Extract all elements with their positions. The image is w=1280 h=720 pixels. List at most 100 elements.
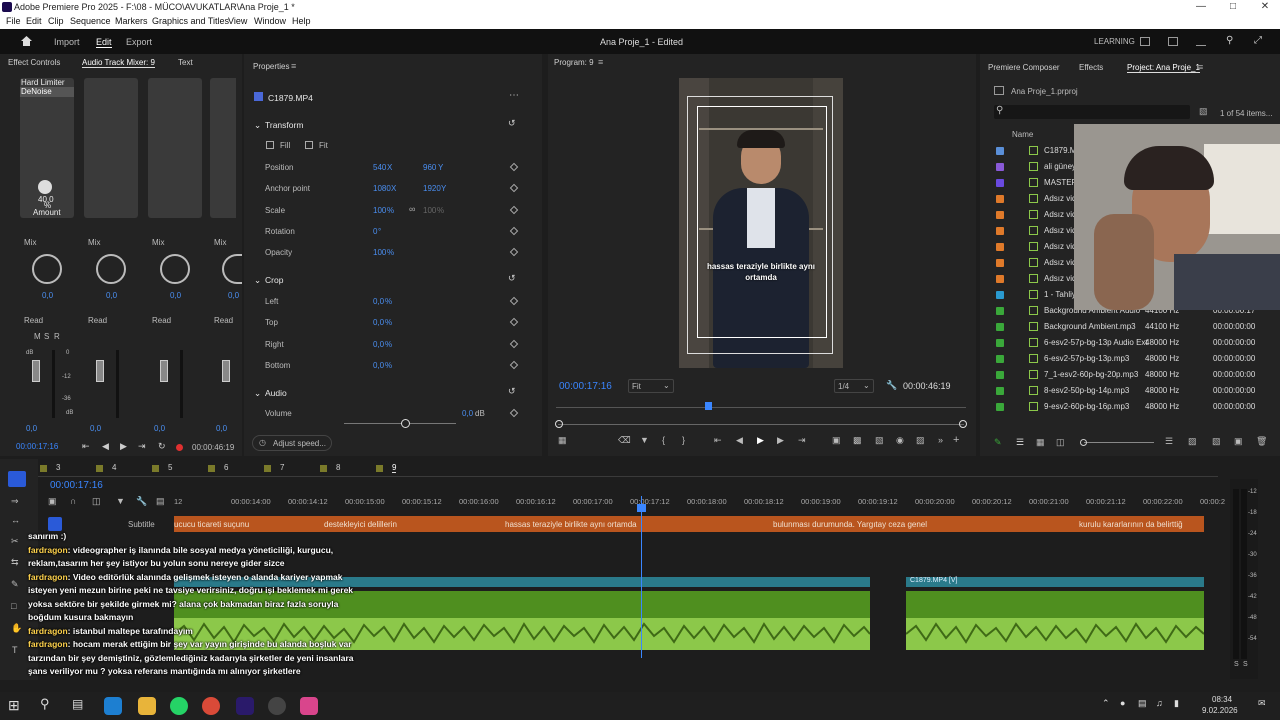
adjust-speed-button[interactable]: ◷ Adjust speed...: [252, 435, 332, 451]
snap-icon[interactable]: ∩: [70, 496, 76, 506]
tab-text[interactable]: Text: [178, 58, 193, 67]
hand-icon[interactable]: ✋: [11, 623, 22, 634]
tab-export[interactable]: Export: [126, 37, 152, 47]
label-color-chip[interactable]: [996, 163, 1004, 171]
video-frame[interactable]: hassas teraziyle birlikte aynı ortamda: [679, 78, 843, 368]
properties-menu-icon[interactable]: ≡: [291, 61, 296, 71]
fit-icon[interactable]: [305, 141, 313, 149]
tab-edit[interactable]: Edit: [96, 37, 112, 48]
close-icon[interactable]: ✕: [1250, 1, 1280, 12]
anchor-keyframe-icon[interactable]: [509, 183, 519, 193]
label-color-chip[interactable]: [996, 403, 1004, 411]
rotation-value[interactable]: 0: [373, 227, 377, 236]
add-marker-icon[interactable]: ▼: [640, 435, 649, 445]
whatsapp-icon[interactable]: [170, 697, 188, 715]
track-select-icon[interactable]: ⇒: [11, 496, 19, 507]
share-icon[interactable]: [1168, 37, 1178, 46]
volume-icon[interactable]: ♫: [1156, 698, 1163, 708]
list-view-icon[interactable]: ☰: [1016, 437, 1024, 448]
file-explorer-icon[interactable]: [138, 697, 156, 715]
trash-icon[interactable]: 🗑: [1256, 436, 1267, 447]
effect-rack-2[interactable]: [84, 78, 138, 218]
read-dropdown-4[interactable]: Read: [214, 316, 233, 325]
label-color-chip[interactable]: [996, 275, 1004, 283]
wrench-icon[interactable]: 🔧: [886, 380, 897, 391]
fit-option[interactable]: Fit: [319, 141, 328, 150]
network-icon[interactable]: ▤: [1138, 698, 1147, 709]
menu-clip[interactable]: Clip: [48, 16, 64, 26]
position-keyframe-icon[interactable]: [509, 162, 519, 172]
record-button[interactable]: R: [54, 332, 60, 341]
tab-audio-track-mixer[interactable]: Audio Track Mixer: 9: [82, 58, 155, 68]
project-list-item[interactable]: Background Ambient.mp3 44100 Hz 00:00:00:0…: [980, 319, 1270, 335]
sequence-tab[interactable]: 3: [56, 463, 60, 472]
position-x-value[interactable]: 540: [373, 163, 386, 172]
fader-3[interactable]: [160, 360, 168, 382]
tab-premiere-composer[interactable]: Premiere Composer: [988, 63, 1060, 72]
tab-effects[interactable]: Effects: [1079, 63, 1103, 72]
overwrite-icon[interactable]: ▧: [875, 435, 884, 446]
slip-icon[interactable]: ⇆: [11, 557, 19, 568]
play-icon[interactable]: ▶: [120, 441, 127, 452]
new-bin-bottom-icon[interactable]: ▧: [1212, 436, 1221, 447]
crop-left-keyframe-icon[interactable]: [509, 296, 519, 306]
mark-in-icon[interactable]: {: [662, 435, 665, 445]
label-color-chip[interactable]: [996, 195, 1004, 203]
volume-slider-handle[interactable]: [401, 419, 410, 428]
menu-sequence[interactable]: Sequence: [70, 16, 111, 26]
more-icon[interactable]: »: [938, 435, 943, 445]
effect-rack-1[interactable]: Hard Limiter DeNoise 40,0 % Amount: [20, 78, 74, 218]
pan-knob-3[interactable]: [160, 254, 190, 284]
search-icon[interactable]: ⚲: [1226, 35, 1233, 46]
fader-2[interactable]: [96, 360, 104, 382]
meter-solo-left[interactable]: S: [1234, 661, 1239, 668]
safe-margins-icon[interactable]: ▣: [832, 435, 841, 446]
notifications-icon[interactable]: ✉: [1258, 698, 1266, 709]
zoom-scroll-bar[interactable]: [558, 424, 964, 425]
sequence-tab[interactable]: 6: [224, 463, 228, 472]
transform-reset-icon[interactable]: ↺: [508, 118, 516, 129]
camera-icon[interactable]: ◉: [896, 435, 904, 446]
captions-icon[interactable]: ▤: [156, 496, 165, 507]
tab-effect-controls[interactable]: Effect Controls: [8, 58, 60, 67]
read-dropdown-3[interactable]: Read: [152, 316, 171, 325]
playhead-line[interactable]: [641, 496, 642, 658]
caption-clip-3[interactable]: hassas teraziyle birlikte aynı ortamda: [505, 520, 637, 529]
read-dropdown-1[interactable]: Read: [24, 316, 43, 325]
playhead-handle[interactable]: [637, 504, 646, 512]
label-color-chip[interactable]: [996, 371, 1004, 379]
sort-icon[interactable]: ☰: [1165, 436, 1173, 447]
caption-clip-2[interactable]: destekleyici delillerin: [324, 520, 397, 529]
play-icon[interactable]: ▶: [757, 435, 764, 446]
mark-out-icon[interactable]: }: [682, 435, 685, 445]
mix-dropdown-2[interactable]: Mix: [88, 238, 100, 247]
linked-selection-icon[interactable]: ◫: [92, 496, 101, 507]
label-color-chip[interactable]: [996, 339, 1004, 347]
crop-top-keyframe-icon[interactable]: [509, 317, 519, 327]
label-color-chip[interactable]: [996, 355, 1004, 363]
freeform-view-icon[interactable]: ◫: [1056, 437, 1065, 448]
windows-start-icon[interactable]: ⊞: [8, 697, 20, 714]
label-color-chip[interactable]: [996, 147, 1004, 155]
chrome-icon[interactable]: [202, 697, 220, 715]
tab-project[interactable]: Project: Ana Proje_1: [1127, 63, 1200, 73]
volume-value[interactable]: 0,0: [462, 409, 473, 418]
edge-icon[interactable]: [104, 697, 122, 715]
label-color-chip[interactable]: [996, 259, 1004, 267]
anchor-x-value[interactable]: 1080: [373, 184, 391, 193]
minimize-icon[interactable]: —: [1186, 1, 1216, 12]
crop-bottom-value[interactable]: 0,0: [373, 361, 384, 370]
tab-properties[interactable]: Properties: [253, 62, 289, 71]
caption-clip-5[interactable]: kurulu kararlarının da belirttiğ: [1079, 520, 1183, 529]
column-name-header[interactable]: Name: [1012, 130, 1033, 139]
read-dropdown-2[interactable]: Read: [88, 316, 107, 325]
menu-file[interactable]: File: [6, 16, 21, 26]
fill-option[interactable]: Fill: [280, 141, 290, 150]
volume-slider-track[interactable]: [344, 423, 456, 424]
meter-solo-right[interactable]: S: [1243, 661, 1248, 668]
crop-reset-icon[interactable]: ↺: [508, 273, 516, 284]
menu-edit[interactable]: Edit: [26, 16, 42, 26]
sequence-tab[interactable]: 7: [280, 463, 284, 472]
audio-reset-icon[interactable]: ↺: [508, 386, 516, 397]
menu-markers[interactable]: Markers: [115, 16, 148, 26]
